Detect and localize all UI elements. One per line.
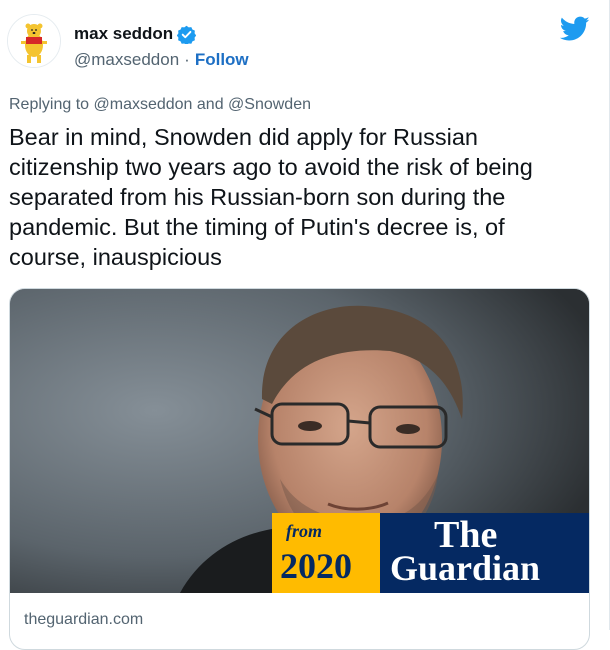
author-avatar[interactable] bbox=[7, 14, 61, 68]
handle-separator: · bbox=[184, 50, 190, 69]
link-preview-card[interactable]: from 2020 The Guardian theguardian.com bbox=[9, 288, 590, 650]
author-handle-row: @maxseddon · Follow bbox=[74, 50, 249, 70]
twitter-bird-icon[interactable] bbox=[559, 16, 590, 42]
author-display-name[interactable]: max seddon bbox=[74, 24, 173, 44]
replying-to-line[interactable]: Replying to @maxseddon and @Snowden bbox=[9, 96, 311, 114]
badge-year-text: 2020 bbox=[280, 546, 352, 586]
follow-button[interactable]: Follow bbox=[195, 50, 249, 70]
tweet-body-text: Bear in mind, Snowden did apply for Russ… bbox=[9, 124, 533, 270]
tweet-card: max seddon @maxseddon · Follow Replying … bbox=[0, 0, 610, 650]
guardian-logo-guardian: Guardian bbox=[390, 548, 541, 588]
link-domain: theguardian.com bbox=[24, 611, 144, 628]
author-handle[interactable]: @maxseddon bbox=[74, 50, 179, 70]
author-name-row: max seddon bbox=[74, 24, 197, 45]
badge-from-text: from bbox=[286, 521, 322, 541]
verified-badge-icon bbox=[177, 25, 197, 45]
winnie-avatar-image bbox=[8, 15, 60, 67]
